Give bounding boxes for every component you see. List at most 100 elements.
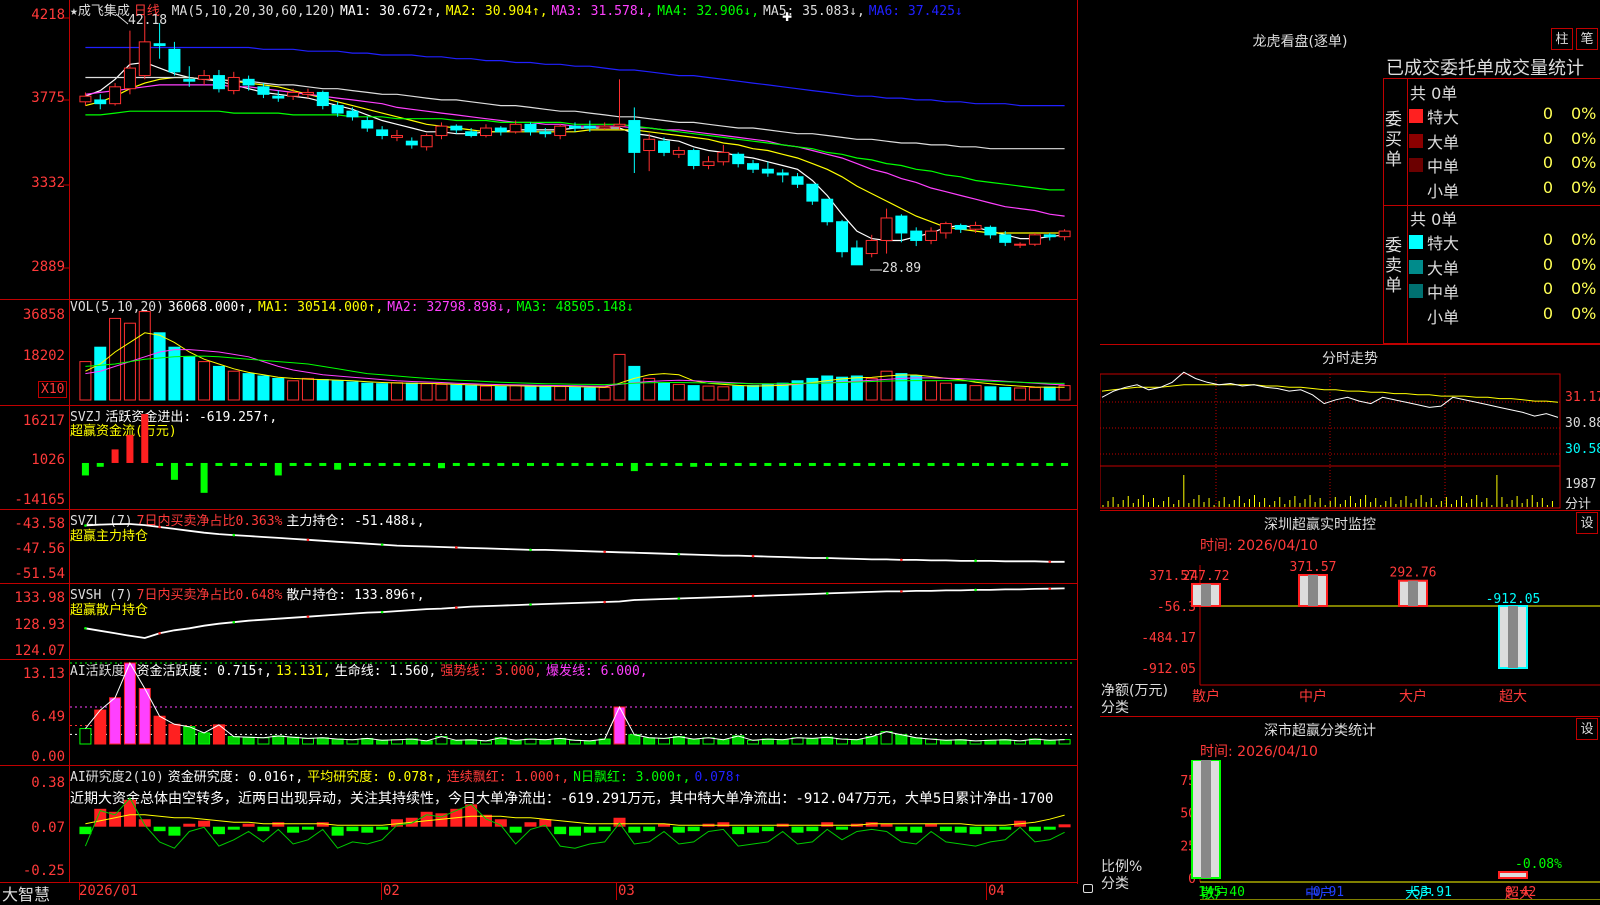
research-bar[interactable] <box>836 826 849 830</box>
volume-bar[interactable] <box>198 361 211 401</box>
svzj-bar[interactable] <box>482 462 490 466</box>
svzj-bar[interactable] <box>141 414 149 463</box>
active-bar[interactable] <box>272 735 285 745</box>
candle[interactable] <box>198 75 211 80</box>
candle[interactable] <box>257 86 270 95</box>
volume-bar[interactable] <box>1028 387 1041 401</box>
volume-bar[interactable] <box>895 373 908 401</box>
volume-bar[interactable] <box>732 385 745 401</box>
svzj-bar[interactable] <box>690 462 698 467</box>
active-bar[interactable] <box>79 728 92 745</box>
svzj-bar[interactable] <box>378 462 386 466</box>
svzj-bar[interactable] <box>660 462 668 466</box>
candle[interactable] <box>1058 230 1071 238</box>
candle[interactable] <box>747 163 760 170</box>
volume-bar[interactable] <box>821 375 834 401</box>
svzj-bar[interactable] <box>764 462 772 466</box>
candle[interactable] <box>153 43 166 47</box>
svzj-bar[interactable] <box>1016 462 1024 466</box>
research-bar[interactable] <box>331 826 344 836</box>
svzj-bar[interactable] <box>734 462 742 466</box>
svzj-bar[interactable] <box>512 462 520 466</box>
volume-bar[interactable] <box>702 385 715 401</box>
active-bar[interactable] <box>138 687 151 745</box>
candle[interactable] <box>984 226 997 236</box>
volume-bar[interactable] <box>569 387 581 401</box>
candle[interactable] <box>316 91 329 107</box>
volume-bar[interactable] <box>153 332 166 401</box>
active-bar[interactable] <box>836 738 849 745</box>
svzj-bar[interactable] <box>675 462 683 466</box>
svzj-bar[interactable] <box>1046 462 1054 466</box>
active-bar[interactable] <box>939 739 952 745</box>
svzj-bar[interactable] <box>883 462 891 466</box>
svzj-bar[interactable] <box>452 462 460 466</box>
svzj-bar[interactable] <box>868 462 876 466</box>
candle[interactable] <box>880 217 893 241</box>
svzj-bar[interactable] <box>897 462 905 466</box>
svzj-bar[interactable] <box>126 434 134 463</box>
ai-research-chart[interactable] <box>0 766 1078 882</box>
svzj-bar[interactable] <box>1001 462 1009 466</box>
candle[interactable] <box>895 215 908 234</box>
candle[interactable] <box>999 234 1012 243</box>
candle[interactable] <box>687 150 700 167</box>
volume-bar[interactable] <box>761 383 774 401</box>
active-bar[interactable] <box>806 737 819 745</box>
volume-bar[interactable] <box>168 346 181 401</box>
research-bar[interactable] <box>168 826 181 836</box>
active-bar[interactable] <box>153 715 166 745</box>
svzj-bar[interactable] <box>823 462 831 466</box>
sz-monitor-chart[interactable]: 371.57-56.3-484.17-912.05247.72散户371.57中… <box>1100 555 1600 715</box>
active-bar[interactable] <box>747 739 760 745</box>
volume-bar[interactable] <box>999 387 1012 401</box>
candle[interactable] <box>717 151 730 163</box>
volume-bar[interactable] <box>925 380 938 401</box>
candle[interactable] <box>479 127 492 137</box>
research-bar[interactable] <box>79 826 92 835</box>
svzj-bar[interactable] <box>259 462 267 466</box>
research-bar[interactable] <box>598 826 611 832</box>
active-bar[interactable] <box>643 737 656 745</box>
candle[interactable] <box>138 41 151 77</box>
active-bar[interactable] <box>821 736 834 745</box>
svzj-bar[interactable] <box>571 462 579 466</box>
volume-bar[interactable] <box>94 346 107 401</box>
svzj-bar[interactable] <box>972 462 980 466</box>
candle[interactable] <box>301 91 314 95</box>
svzj-bar[interactable] <box>185 462 193 466</box>
candle[interactable] <box>836 221 849 253</box>
volume-bar[interactable] <box>420 383 433 401</box>
svzj-bar[interactable] <box>645 462 653 466</box>
svzj-bar[interactable] <box>749 462 757 466</box>
volume-bar[interactable] <box>836 376 849 401</box>
active-bar[interactable] <box>227 736 240 745</box>
candle[interactable] <box>227 76 240 92</box>
svzj-bar[interactable] <box>541 462 549 466</box>
lock-icon[interactable] <box>1083 884 1093 893</box>
active-bar[interactable] <box>331 738 344 745</box>
candle[interactable] <box>183 78 196 82</box>
active-bar[interactable] <box>316 737 329 745</box>
research-bar[interactable] <box>806 826 819 832</box>
svzj-bar[interactable] <box>319 462 327 466</box>
svzj-bar[interactable] <box>1031 462 1039 466</box>
candle[interactable] <box>850 247 863 266</box>
svzj-bar[interactable] <box>215 462 223 466</box>
active-bar[interactable] <box>895 734 908 745</box>
candle[interactable] <box>509 123 522 133</box>
svzj-bar[interactable] <box>601 462 609 466</box>
research-bar[interactable] <box>272 822 285 827</box>
active-bar[interactable] <box>123 662 136 745</box>
research-bar[interactable] <box>732 826 745 835</box>
sz-class-settings-button[interactable]: 设 <box>1576 718 1598 740</box>
svzj-bar[interactable] <box>630 462 638 472</box>
active-bar[interactable] <box>287 736 300 745</box>
active-bar[interactable] <box>509 739 522 745</box>
ai-active-chart[interactable] <box>0 660 1078 766</box>
volume-bar[interactable] <box>287 380 300 401</box>
research-bar[interactable] <box>153 826 166 832</box>
research-bar[interactable] <box>628 826 641 833</box>
volume-bar[interactable] <box>390 382 403 401</box>
active-bar[interactable] <box>257 737 270 745</box>
